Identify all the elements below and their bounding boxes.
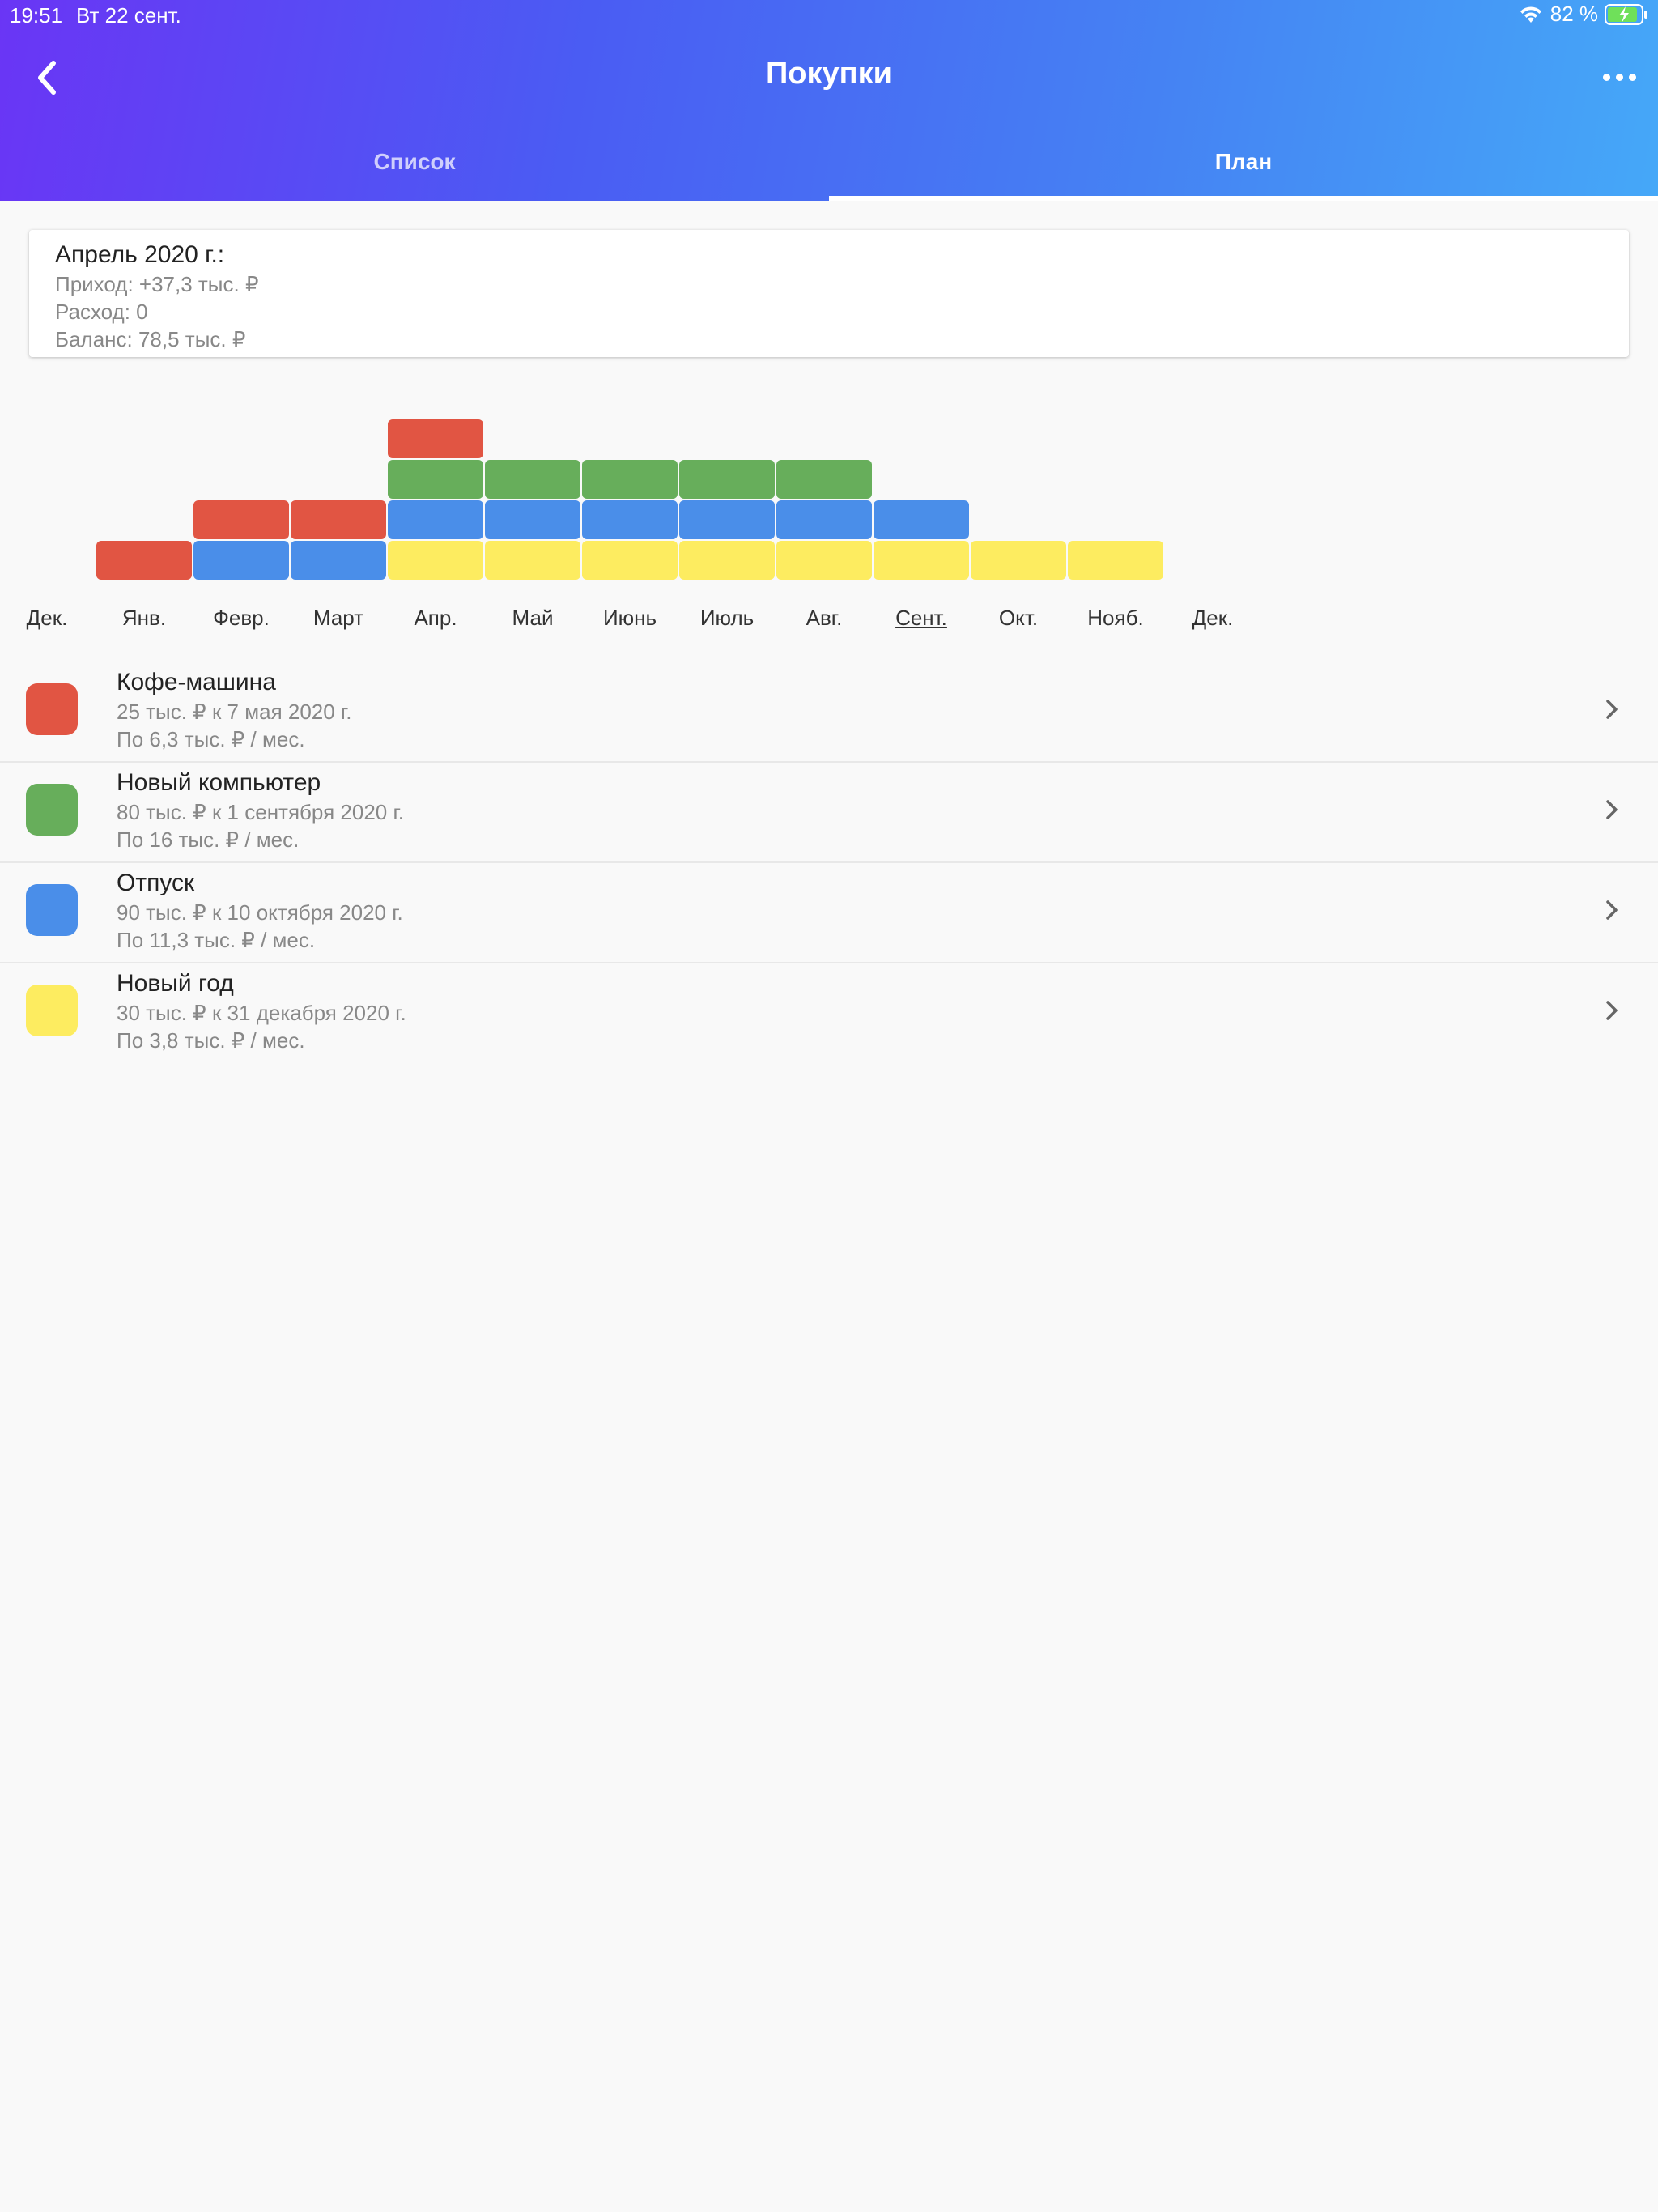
goal-name: Новый год <box>117 970 234 997</box>
chart-bar <box>485 460 580 499</box>
month-label[interactable]: Окт. <box>970 606 1067 631</box>
page-title: Покупки <box>765 57 892 91</box>
status-indicators: 82 % <box>1518 2 1648 27</box>
status-time: 19:51 <box>10 3 63 28</box>
chevron-right-icon <box>1606 1001 1618 1020</box>
month-label[interactable]: Сент. <box>873 606 970 631</box>
goal-name: Новый компьютер <box>117 769 321 796</box>
active-tab-indicator <box>829 196 1658 201</box>
goal-rate: По 3,8 тыс. ₽ / мес. <box>117 1028 305 1053</box>
month-label[interactable]: Февр. <box>193 606 290 631</box>
app-header: 19:51 Вт 22 сент. 82 % Покупки Список Пл… <box>0 0 1658 201</box>
chart-bar <box>388 541 483 580</box>
status-date: Вт 22 сент. <box>76 3 181 28</box>
chart-bar <box>582 500 678 539</box>
goal-name: Кофе-машина <box>117 669 276 696</box>
chart-bar <box>485 541 580 580</box>
plan-chart[interactable]: Дек. Янв. Февр. Март Апр. Май Июнь Июль Авг. Сент… <box>0 405 1658 648</box>
chevron-right-icon <box>1606 900 1618 920</box>
month-summary-card: Апрель 2020 г.: Приход: +37,3 тыс. ₽ Рас… <box>29 230 1629 357</box>
tab-label: Список <box>373 149 456 174</box>
wifi-icon <box>1520 6 1541 23</box>
list-item[interactable]: Кофе-машина 25 тыс. ₽ к 7 мая 2020 г. По… <box>0 662 1658 763</box>
list-item[interactable]: Новый компьютер 80 тыс. ₽ к 1 сентября 2… <box>0 763 1658 863</box>
status-bar: 19:51 Вт 22 сент. 82 % <box>0 0 1658 32</box>
goal-rate: По 11,3 тыс. ₽ / мес. <box>117 928 316 952</box>
chevron-right-icon <box>1606 800 1618 819</box>
chart-bar <box>582 541 678 580</box>
battery-percent: 82 % <box>1550 2 1598 26</box>
color-swatch <box>26 884 78 936</box>
chart-bar <box>582 460 678 499</box>
tab-label: План <box>1214 149 1273 174</box>
chart-bar <box>679 460 775 499</box>
chart-bar <box>874 500 969 539</box>
summary-balance: Баланс: 78,5 тыс. ₽ <box>55 327 246 351</box>
chart-bar <box>388 419 483 458</box>
list-item[interactable]: Новый год 30 тыс. ₽ к 31 декабря 2020 г.… <box>0 963 1658 1064</box>
goal-target: 30 тыс. ₽ к 31 декабря 2020 г. <box>117 1001 406 1025</box>
chart-bar <box>193 500 289 539</box>
summary-title: Апрель 2020 г.: <box>55 241 225 268</box>
color-swatch <box>26 784 78 836</box>
tab-plan[interactable]: План <box>829 136 1658 201</box>
month-label[interactable]: Май <box>484 606 581 631</box>
tab-list[interactable]: Список <box>0 136 829 201</box>
color-swatch <box>26 985 78 1036</box>
summary-income: Приход: +37,3 тыс. ₽ <box>55 272 259 296</box>
chart-bar <box>485 500 580 539</box>
ellipsis-icon <box>1602 73 1610 81</box>
chart-bar <box>388 460 483 499</box>
chart-bar <box>874 541 969 580</box>
chart-bar <box>96 541 192 580</box>
chevron-right-icon <box>1606 700 1618 719</box>
month-label[interactable]: Нояб. <box>1067 606 1164 631</box>
month-label[interactable]: Июль <box>678 606 776 631</box>
more-button[interactable] <box>1595 65 1643 89</box>
chart-bar <box>776 500 872 539</box>
month-label[interactable]: Март <box>290 606 387 631</box>
goals-list: Кофе-машина 25 тыс. ₽ к 7 мая 2020 г. По… <box>0 662 1658 1064</box>
goal-name: Отпуск <box>117 870 195 896</box>
list-item[interactable]: Отпуск 90 тыс. ₽ к 10 октября 2020 г. По… <box>0 863 1658 963</box>
chart-bar <box>679 500 775 539</box>
month-label[interactable]: Дек. <box>0 606 96 631</box>
chart-bar <box>776 460 872 499</box>
month-label[interactable]: Дек. <box>1164 606 1261 631</box>
color-swatch <box>26 683 78 735</box>
summary-expense: Расход: 0 <box>55 300 148 324</box>
month-label[interactable]: Авг. <box>776 606 873 631</box>
goal-rate: По 6,3 тыс. ₽ / мес. <box>117 727 305 751</box>
goal-target: 90 тыс. ₽ к 10 октября 2020 г. <box>117 900 403 925</box>
goal-target: 80 тыс. ₽ к 1 сентября 2020 г. <box>117 800 404 824</box>
chart-bar <box>291 500 386 539</box>
month-label[interactable]: Июнь <box>581 606 678 631</box>
chart-bar <box>971 541 1066 580</box>
month-label[interactable]: Апр. <box>387 606 484 631</box>
chart-bar <box>193 541 289 580</box>
tab-bar: Список План <box>0 136 1658 201</box>
chart-bar <box>388 500 483 539</box>
goal-rate: По 16 тыс. ₽ / мес. <box>117 827 300 852</box>
month-label[interactable]: Янв. <box>96 606 193 631</box>
chart-bar <box>776 541 872 580</box>
battery-charging-icon <box>1605 3 1647 25</box>
chart-bar <box>291 541 386 580</box>
chart-bar <box>679 541 775 580</box>
chart-bar <box>1068 541 1163 580</box>
goal-target: 25 тыс. ₽ к 7 мая 2020 г. <box>117 700 352 724</box>
